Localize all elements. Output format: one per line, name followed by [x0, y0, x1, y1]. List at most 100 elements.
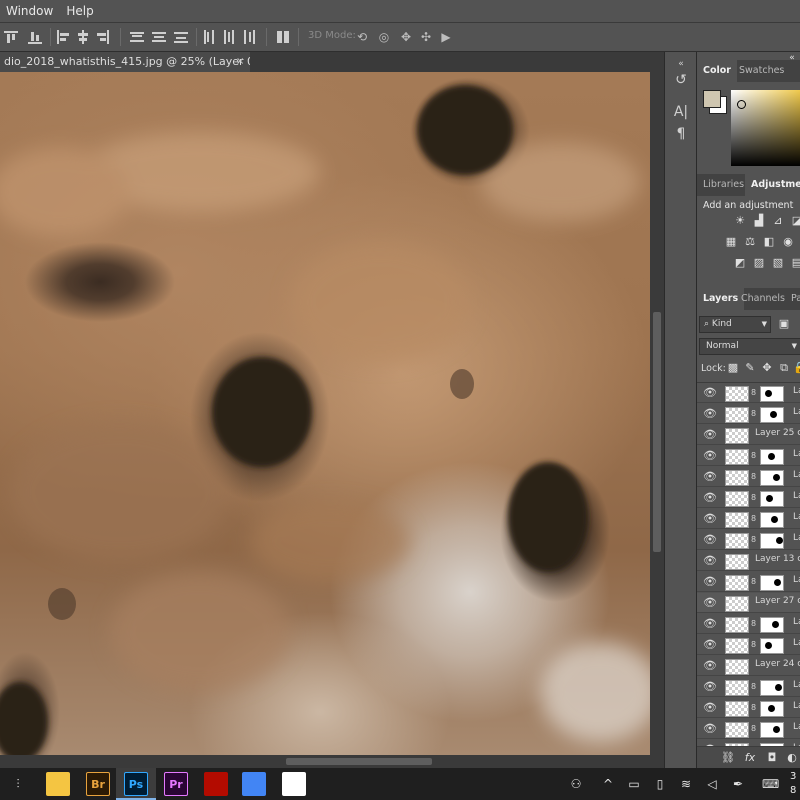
visibility-eye-icon[interactable]: 👁 [703, 386, 717, 400]
layer-name[interactable]: La [793, 701, 800, 711]
mask-link-icon[interactable]: 8 [751, 534, 757, 546]
layer-thumbnail[interactable] [725, 659, 749, 675]
layer-thumbnail[interactable] [725, 617, 749, 633]
layer-mask-thumbnail[interactable] [760, 512, 784, 528]
blend-mode-select[interactable]: Normal ▼ [699, 338, 800, 355]
layer-name[interactable]: La [793, 386, 800, 396]
layer-mask-thumbnail[interactable] [760, 575, 784, 591]
visibility-eye-icon[interactable]: 👁 [703, 554, 717, 568]
layer-thumbnail[interactable] [725, 491, 749, 507]
mask-link-icon[interactable]: 8 [751, 471, 757, 483]
mask-link-icon[interactable]: 8 [751, 576, 757, 588]
layer-row[interactable]: 👁 8 La [697, 719, 800, 739]
horizontal-scroll-thumb[interactable] [286, 758, 432, 765]
distribute-top-icon[interactable] [130, 30, 144, 44]
photo-filter-icon[interactable]: ◉ [781, 236, 795, 248]
layer-mask-thumbnail[interactable] [760, 491, 784, 507]
distribute-vcenter-icon[interactable] [152, 30, 166, 44]
taskbar-bridge-icon[interactable]: Br [86, 772, 110, 796]
tablet-icon[interactable]: ▭ [626, 776, 642, 792]
layer-thumbnail[interactable] [725, 680, 749, 696]
visibility-eye-icon[interactable]: 👁 [703, 491, 717, 505]
tab-swatches[interactable]: Swatches [733, 60, 790, 82]
history-icon[interactable]: ↺ [671, 70, 691, 90]
layer-row[interactable]: 👁 8 La [697, 530, 800, 550]
layer-name[interactable]: La [793, 470, 800, 480]
tray-chevron-icon[interactable]: ^ [600, 776, 616, 792]
document-tab[interactable]: dio_2018_whatisthis_415.jpg @ 25% (Layer… [0, 52, 250, 72]
layer-row[interactable]: 👁 8 La [697, 614, 800, 634]
invert-icon[interactable]: ◩ [733, 257, 747, 269]
layer-thumbnail[interactable] [725, 407, 749, 423]
visibility-eye-icon[interactable]: 👁 [703, 638, 717, 652]
tab-color[interactable]: Color [697, 60, 737, 82]
add-mask-icon[interactable]: ◘ [765, 752, 779, 764]
layer-thumbnail[interactable] [725, 722, 749, 738]
tab-adjustments[interactable]: Adjustments [745, 174, 800, 196]
lock-artboard-icon[interactable]: ⧉ [777, 362, 791, 374]
vertical-scroll-thumb[interactable] [653, 312, 661, 552]
keyboard-icon[interactable]: ⌨ [762, 776, 779, 792]
layer-thumbnail[interactable] [725, 596, 749, 612]
paragraph-icon[interactable]: ¶ [671, 124, 691, 144]
layer-row[interactable]: 👁 Layer 24 cop [697, 656, 800, 676]
visibility-eye-icon[interactable]: 👁 [703, 470, 717, 484]
visibility-eye-icon[interactable]: 👁 [703, 407, 717, 421]
menu-help[interactable]: Help [60, 0, 100, 18]
fx-icon[interactable]: fx [743, 752, 757, 764]
layer-mask-thumbnail[interactable] [760, 638, 784, 654]
layer-row[interactable]: 👁 8 La [697, 572, 800, 592]
layer-mask-thumbnail[interactable] [760, 701, 784, 717]
black-white-icon[interactable]: ◧ [762, 236, 776, 248]
visibility-eye-icon[interactable]: 👁 [703, 701, 717, 715]
layer-thumbnail[interactable] [725, 512, 749, 528]
layer-row[interactable]: 👁 Layer 13 cop [697, 551, 800, 571]
mask-link-icon[interactable]: 8 [751, 639, 757, 651]
layer-row[interactable]: 👁 8 La [697, 677, 800, 697]
posterize-icon[interactable]: ▨ [752, 257, 766, 269]
distribute-hcenter-icon[interactable] [222, 30, 236, 44]
vibrance-icon[interactable]: ▦ [724, 236, 738, 248]
link-layers-icon[interactable]: ⛓ [721, 752, 735, 764]
layer-name[interactable]: La [793, 449, 800, 459]
taskbar-chrome-icon[interactable] [242, 772, 266, 796]
3d-slide-icon[interactable]: ✣ [418, 29, 434, 45]
layer-mask-thumbnail[interactable] [760, 449, 784, 465]
visibility-eye-icon[interactable]: 👁 [703, 722, 717, 736]
layer-filter-select[interactable]: ⌕ Kind ▼ [699, 316, 771, 333]
layer-name[interactable]: La [793, 680, 800, 690]
visibility-eye-icon[interactable]: 👁 [703, 428, 717, 442]
lock-all-icon[interactable]: 🔒 [793, 362, 800, 374]
canvas-vertical-scrollbar[interactable] [650, 72, 664, 755]
align-top-icon[interactable] [4, 30, 18, 44]
mask-link-icon[interactable]: 8 [751, 408, 757, 420]
layer-mask-thumbnail[interactable] [760, 722, 784, 738]
mask-link-icon[interactable]: 8 [751, 681, 757, 693]
taskbar-photoshop-icon[interactable]: Ps [124, 772, 148, 796]
layer-thumbnail[interactable] [725, 638, 749, 654]
clock[interactable]: 3 8 [790, 770, 800, 798]
visibility-eye-icon[interactable]: 👁 [703, 449, 717, 463]
layer-row[interactable]: 👁 8 La [697, 446, 800, 466]
visibility-eye-icon[interactable]: 👁 [703, 575, 717, 589]
layer-name[interactable]: Layer 25 cop [755, 428, 800, 438]
layer-thumbnail[interactable] [725, 470, 749, 486]
layer-name[interactable]: La [793, 638, 800, 648]
threshold-icon[interactable]: ▧ [771, 257, 785, 269]
auto-align-icon[interactable] [276, 30, 290, 44]
taskbar-file-explorer-icon[interactable] [46, 772, 70, 796]
visibility-eye-icon[interactable]: 👁 [703, 533, 717, 547]
layer-mask-thumbnail[interactable] [760, 386, 784, 402]
align-left-icon[interactable] [56, 30, 70, 44]
visibility-eye-icon[interactable]: 👁 [703, 659, 717, 673]
tab-channels[interactable]: Channels [735, 288, 791, 310]
layer-mask-thumbnail[interactable] [760, 407, 784, 423]
layer-row[interactable]: 👁 8 La [697, 509, 800, 529]
layer-name[interactable]: La [793, 575, 800, 585]
3d-pan-icon[interactable]: ✥ [398, 29, 414, 45]
layer-name[interactable]: La [793, 491, 800, 501]
exposure-icon[interactable]: ◪ [790, 215, 800, 227]
wifi-icon[interactable]: ≋ [678, 776, 694, 792]
3d-roll-icon[interactable]: ◎ [376, 29, 392, 45]
layer-thumbnail[interactable] [725, 554, 749, 570]
